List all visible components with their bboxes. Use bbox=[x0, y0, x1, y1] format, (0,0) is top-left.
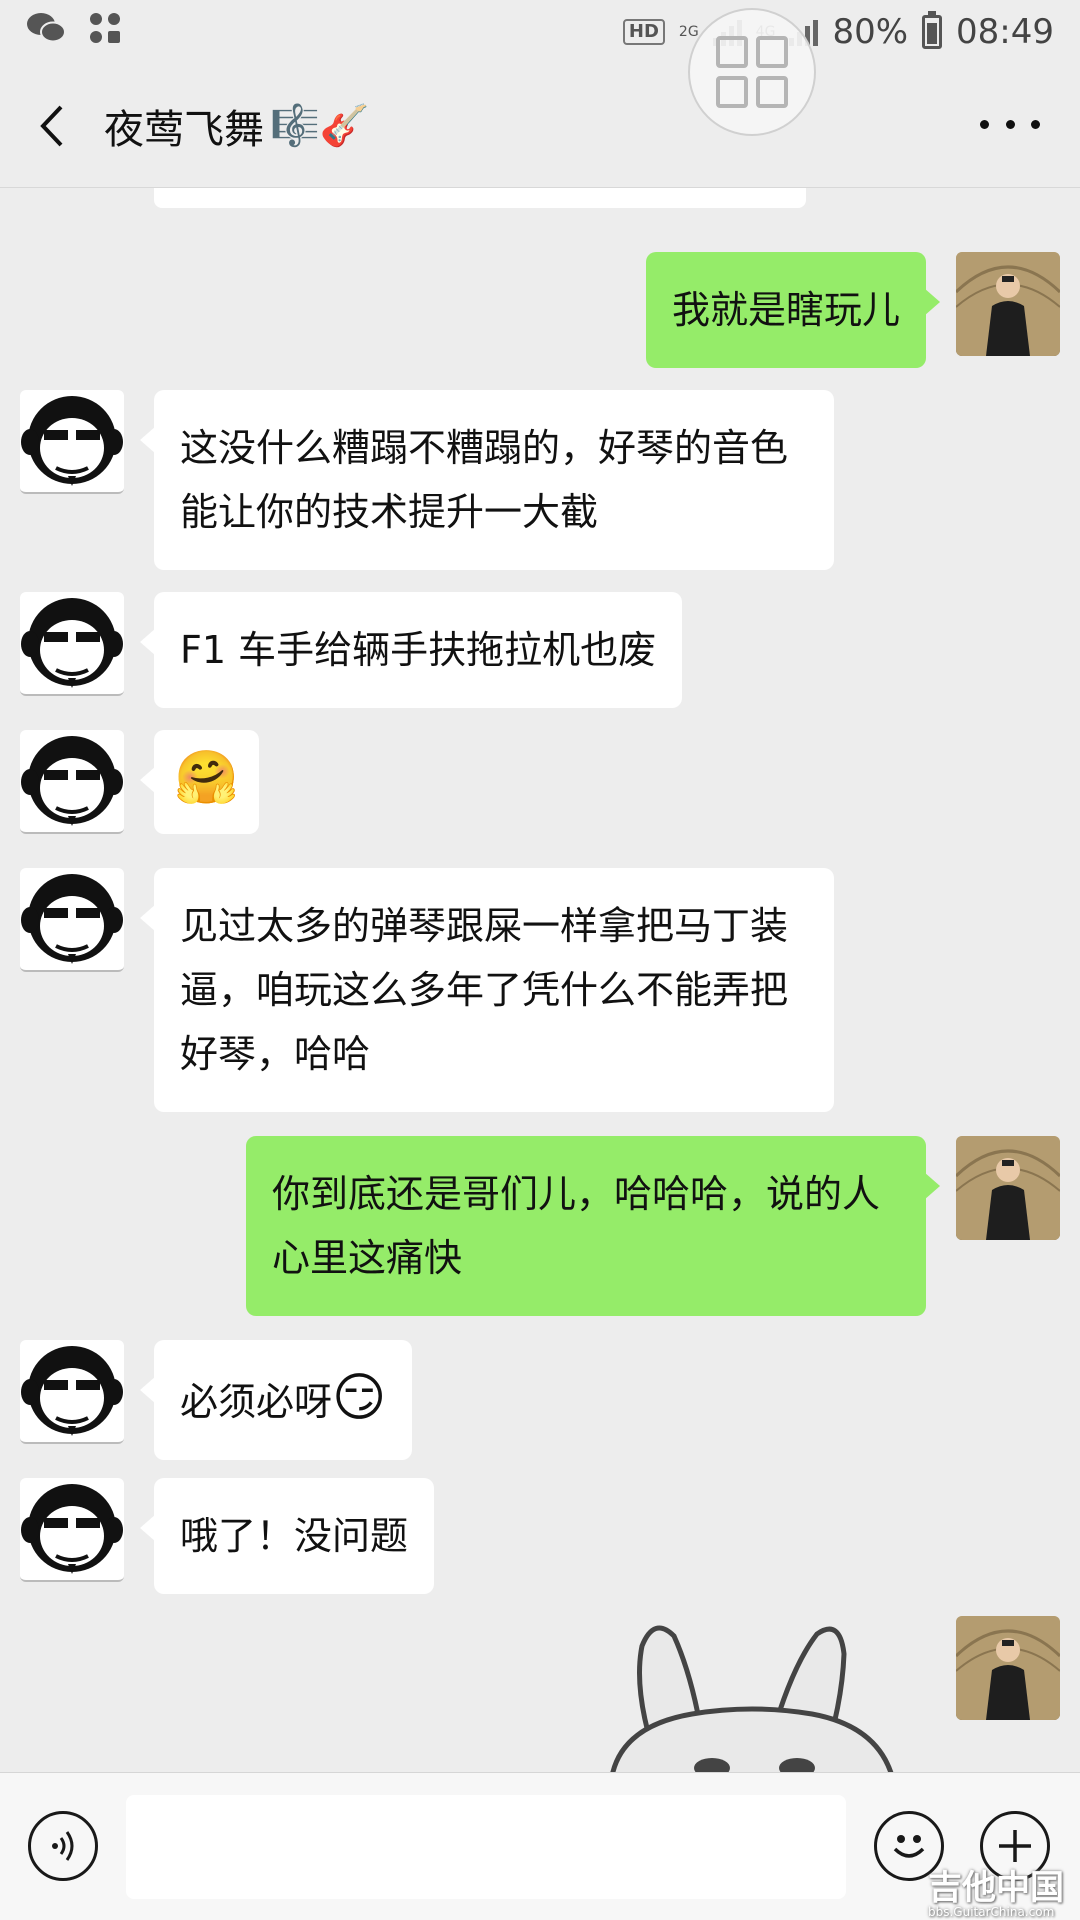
message-input[interactable] bbox=[126, 1795, 846, 1899]
message-row: 这没什么糟蹋不糟蹋的，好琴的音色能让你的技术提升一大截 bbox=[20, 390, 834, 570]
avatar-monkey[interactable] bbox=[20, 390, 124, 494]
message-bubble-outgoing[interactable]: 我就是瞎玩儿 bbox=[645, 252, 941, 368]
app-grid-icon bbox=[88, 11, 122, 54]
battery-icon bbox=[922, 11, 943, 49]
message-row: 见过太多的弹琴跟屎一样拿把马丁装逼，咱玩这么多年了凭什么不能弄把好琴，哈哈 bbox=[20, 868, 834, 1112]
avatar-monkey[interactable] bbox=[20, 1478, 124, 1582]
smiley-icon bbox=[893, 1835, 925, 1858]
battery-percent: 80% bbox=[832, 12, 909, 52]
avatar-self[interactable] bbox=[956, 1616, 1060, 1720]
chat-header: 夜莺飞舞 🎼🎸 bbox=[0, 64, 1080, 188]
avatar-monkey[interactable] bbox=[20, 868, 124, 972]
hd-badge: HD bbox=[622, 19, 665, 45]
message-bubble-incoming[interactable]: 必须必呀😏 bbox=[139, 1340, 413, 1460]
voice-button[interactable] bbox=[28, 1811, 98, 1881]
more-options-button[interactable] bbox=[980, 104, 1040, 144]
network-2g-label: 2G bbox=[678, 24, 699, 40]
back-button[interactable] bbox=[0, 64, 104, 188]
avatar-self[interactable] bbox=[956, 252, 1060, 356]
message-bubble-incoming[interactable]: 哦了！没问题 bbox=[139, 1478, 435, 1594]
message-bubble-outgoing[interactable]: 你到底还是哥们儿，哈哈哈，说的人心里这痛快 bbox=[246, 1136, 940, 1316]
chevron-left-icon bbox=[40, 105, 63, 146]
avatar-monkey[interactable] bbox=[20, 1340, 124, 1444]
status-bar: HD 2G 4G 80% 08:49 bbox=[0, 0, 1080, 64]
rabbit-sticker[interactable] bbox=[592, 1616, 912, 1772]
partial-message-bubble bbox=[154, 188, 806, 208]
message-bubble-incoming[interactable]: F1 车手给辆手扶拖拉机也废 bbox=[139, 592, 683, 708]
input-bar bbox=[0, 1772, 1080, 1920]
chat-title: 夜莺飞舞 🎼🎸 bbox=[104, 103, 370, 153]
message-row: 必须必呀😏 bbox=[20, 1340, 413, 1460]
title-emoji: 🎼🎸 bbox=[270, 103, 370, 149]
voice-icon bbox=[52, 1831, 74, 1861]
clock: 08:49 bbox=[956, 12, 1054, 52]
message-bubble-incoming[interactable]: 见过太多的弹琴跟屎一样拿把马丁装逼，咱玩这么多年了凭什么不能弄把好琴，哈哈 bbox=[140, 868, 834, 1112]
message-bubble-incoming[interactable]: 这没什么糟蹋不糟蹋的，好琴的音色能让你的技术提升一大截 bbox=[140, 390, 834, 570]
hug-emoji: 🤗 bbox=[174, 748, 239, 808]
watermark: 吉他中国 bbs.GuitarChina.com bbox=[928, 1868, 1064, 1919]
message-list[interactable]: 我就是瞎玩儿 这没什么糟蹋不糟蹋的，好琴的音色能让你的技术提升一大截 F1 车手… bbox=[0, 188, 1080, 1772]
smirk-emoji: 😏 bbox=[332, 1368, 387, 1428]
message-row: 我就是瞎玩儿 bbox=[645, 252, 1060, 368]
avatar-monkey[interactable] bbox=[20, 592, 124, 696]
grid-icon bbox=[716, 36, 788, 108]
message-row: F1 车手给辆手扶拖拉机也废 bbox=[20, 592, 683, 708]
message-bubble-incoming[interactable]: 🤗 bbox=[140, 730, 259, 834]
wechat-icon bbox=[26, 11, 66, 54]
message-row: 哦了！没问题 bbox=[20, 1478, 435, 1594]
message-row: 你到底还是哥们儿，哈哈哈，说的人心里这痛快 bbox=[246, 1136, 1060, 1316]
avatar-monkey[interactable] bbox=[20, 730, 124, 834]
message-row: 🤗 bbox=[20, 730, 259, 834]
avatar-self[interactable] bbox=[956, 1136, 1060, 1240]
floating-menu-button[interactable] bbox=[688, 8, 816, 136]
